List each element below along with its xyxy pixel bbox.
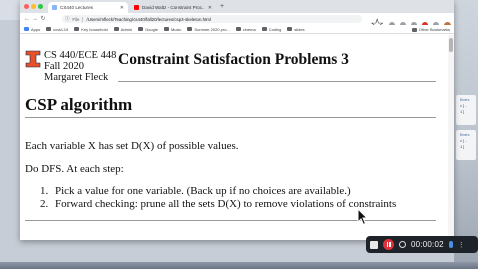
folder-icon (411, 27, 417, 32)
bookmark-label: covid-19 (53, 26, 69, 32)
tab-title: David Waltz - Constraint Proc... (142, 5, 205, 10)
forward-arrow-icon[interactable]: → (31, 13, 39, 25)
browser-toolbar: ← → ↻ ⓘ File /Users/mfleck/Teaching/cs44… (20, 13, 454, 34)
window-maximize-button[interactable] (38, 4, 43, 9)
youtube-icon (134, 5, 139, 10)
section-divider (25, 117, 436, 118)
list-number: 1. (40, 185, 49, 197)
course-info: CS 440/ECE 448 Fall 2020 Margaret Fleck (44, 50, 116, 83)
pause-recording-icon[interactable] (383, 239, 394, 250)
file-label: File (72, 16, 80, 22)
course-term: Fall 2020 (44, 61, 84, 72)
screen-recording-bar: 00:00:02 ⋮ (366, 236, 478, 253)
paragraph: Each variable X has set D(X) of possible… (25, 140, 239, 152)
fragment-text: Does (460, 99, 470, 103)
bookmark-label: Music (170, 26, 182, 32)
fragment-text: Does (460, 134, 470, 138)
window-minimize-button[interactable] (31, 4, 36, 9)
list-number: 2. (40, 198, 49, 210)
tab-cs440-lectures[interactable]: CS440 Lectures ✕ (48, 2, 128, 13)
list-item: 1. Pick a value for one variable. (Back u… (40, 185, 351, 197)
paragraph: Do DFS. At each step: (25, 163, 124, 175)
new-tab-button[interactable]: + (220, 2, 224, 11)
tab-bar: CS440 Lectures ✕ David Waltz - Constrain… (20, 0, 454, 13)
desktop-background-right: Does c]- 1] Does c]- 1] (454, 0, 478, 269)
divider (82, 16, 84, 22)
bookmark-label: Other Bookmarks (418, 27, 450, 32)
vertical-scrollbar[interactable] (448, 35, 454, 240)
bookmark-folder[interactable]: Key household (74, 26, 108, 32)
other-bookmarks[interactable]: Other Bookmarks (411, 27, 450, 32)
bookmark-label: Coding (268, 26, 282, 32)
close-tab-icon[interactable]: ✕ (120, 5, 124, 11)
fragment-text: c]- (460, 105, 468, 109)
more-options-icon[interactable]: ⋮ (458, 241, 465, 249)
folder-icon (163, 27, 169, 31)
course-number: CS 440/ECE 448 (44, 50, 117, 61)
folder-icon (113, 27, 119, 31)
folder-icon (74, 27, 80, 31)
fragment-text: 1] (460, 146, 465, 150)
stop-recording-icon[interactable] (370, 240, 378, 249)
folder-icon (46, 27, 52, 31)
background-window-fragment: Does c]- 1] (456, 95, 476, 125)
microphone-icon[interactable] (448, 241, 453, 248)
bookmark-label: Admin (120, 26, 133, 32)
bookmark-folder[interactable]: Google (138, 27, 158, 32)
bookmark-label: slides (294, 26, 305, 32)
folder-icon (138, 27, 144, 31)
bookmarks-bar: Apps covid-19 Key household Admin Google… (20, 25, 454, 34)
list-item-text: Forward checking: prune all the sets D(X… (55, 198, 397, 210)
university-logo (25, 50, 41, 68)
scrollbar-thumb[interactable] (449, 38, 453, 52)
bookmark-folder[interactable]: Summer 2020 pro... (187, 26, 230, 32)
bookmark-folder[interactable]: Coding (261, 26, 282, 32)
bookmark-folder[interactable]: cinema (235, 26, 256, 32)
browser-window: CS440 Lectures ✕ David Waltz - Constrain… (20, 0, 454, 240)
section-heading: CSP algorithm (25, 95, 133, 114)
folder-icon (287, 27, 293, 31)
fragment-text: c]- (460, 140, 468, 144)
fragment-text: 1] (460, 111, 465, 115)
back-arrow-icon[interactable]: ← (23, 13, 31, 25)
background-window-fragment: Does c]- 1] (456, 130, 476, 160)
bookmark-label: Apps (31, 26, 41, 32)
timer-icon (399, 241, 406, 248)
address-bar[interactable]: ⓘ File /Users/mfleck/Teaching/cs440/fall… (62, 15, 362, 23)
bookmark-folder[interactable]: covid-19 (46, 27, 68, 32)
bookmark-label: cinema (242, 26, 256, 32)
bookmark-folder[interactable]: slides (287, 26, 305, 32)
tab-title: CS440 Lectures (60, 5, 93, 10)
content-divider (25, 220, 436, 221)
list-item: 2. Forward checking: prune all the sets D… (40, 198, 396, 210)
page-icon (52, 5, 57, 10)
close-tab-icon[interactable]: ✕ (208, 5, 212, 11)
title-divider (118, 81, 436, 82)
folder-icon (235, 27, 241, 31)
list-item-text: Pick a value for one variable. (Back up … (55, 185, 351, 197)
mouse-cursor-icon (357, 208, 369, 226)
bookmark-folder[interactable]: Music (163, 26, 182, 32)
lecture-title: Constraint Satisfaction Problems 3 (118, 51, 349, 68)
window-close-button[interactable] (24, 4, 29, 9)
bookmark-apps[interactable]: Apps (24, 27, 40, 32)
bookmark-folder[interactable]: Admin (113, 26, 133, 32)
bookmark-label: Summer 2020 pro... (194, 26, 230, 32)
folder-icon (261, 27, 267, 31)
apps-grid-icon (24, 27, 29, 31)
author-name: Margaret Fleck (44, 72, 109, 83)
recording-timer: 00:00:02 (411, 240, 444, 249)
url-text[interactable]: /Users/mfleck/Teaching/cs440/fall20/lect… (86, 17, 210, 22)
file-info-icon[interactable]: ⓘ (65, 16, 69, 22)
folder-icon (187, 27, 193, 31)
tab-david-waltz[interactable]: David Waltz - Constraint Proc... ✕ (130, 2, 216, 13)
bookmark-label: Google (145, 26, 158, 32)
dock[interactable] (0, 262, 478, 269)
reload-icon[interactable]: ↻ (39, 13, 47, 25)
page-content: CS 440/ECE 448 Fall 2020 Margaret Fleck … (20, 35, 454, 240)
bookmark-label: Key household (81, 26, 108, 32)
